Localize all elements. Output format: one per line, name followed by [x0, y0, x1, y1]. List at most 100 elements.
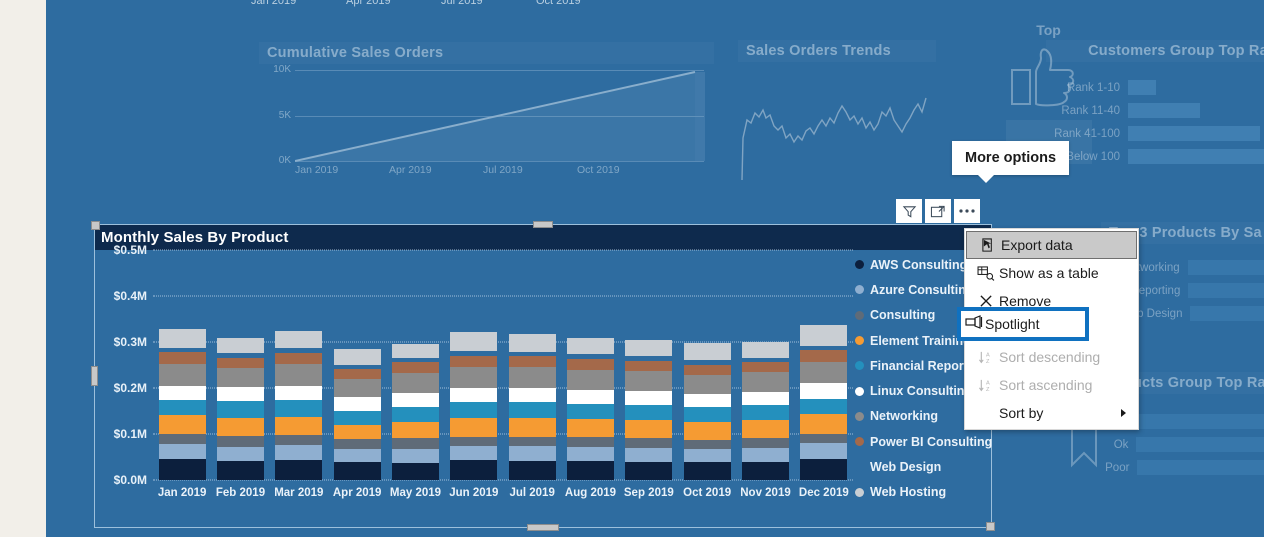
bar-segment[interactable] [450, 401, 498, 418]
bar-segment[interactable] [275, 385, 323, 401]
bar-segment[interactable] [450, 355, 498, 367]
bar-segment[interactable] [158, 459, 206, 480]
bar-segment[interactable] [683, 343, 731, 360]
bar-segment[interactable] [392, 422, 439, 439]
filter-icon[interactable] [896, 199, 922, 223]
bar-segment[interactable] [800, 383, 848, 399]
menu-item-show-as-a-table[interactable]: Show as a table [965, 259, 1138, 287]
bar-segment[interactable] [158, 352, 206, 364]
bar-segment[interactable] [333, 397, 381, 411]
bar-segment[interactable] [742, 438, 789, 449]
bar-segment[interactable] [742, 342, 789, 358]
widget-cumulative-sales-orders[interactable]: Cumulative Sales Orders 10K 5K 0K Jan 2019… [259, 42, 714, 182]
bar-segment[interactable] [683, 359, 731, 365]
legend-item[interactable]: Power BI Consulting [855, 429, 995, 454]
bar-column[interactable] [217, 250, 264, 480]
bar-segment[interactable] [333, 448, 381, 462]
resize-handle-middle-left[interactable] [91, 366, 98, 386]
bar-segment[interactable] [800, 325, 848, 346]
bar-segment[interactable] [800, 345, 848, 351]
bar-segment[interactable] [333, 411, 381, 425]
bar-segment[interactable] [158, 415, 206, 435]
bar-column[interactable] [800, 250, 848, 480]
bar-column[interactable] [392, 250, 439, 480]
bar-segment[interactable] [508, 402, 556, 418]
bar-segment[interactable] [742, 420, 789, 439]
bar-segment[interactable] [217, 436, 264, 448]
bar-segment[interactable] [625, 356, 673, 361]
bar-segment[interactable] [392, 343, 439, 358]
bar-segment[interactable] [333, 369, 381, 379]
bar-segment[interactable] [158, 434, 206, 445]
bar-segment[interactable] [158, 444, 206, 460]
bar-segment[interactable] [508, 351, 556, 357]
bar-segment[interactable] [625, 340, 673, 357]
bar-column[interactable] [683, 250, 731, 480]
bar-segment[interactable] [333, 364, 381, 370]
bar-segment[interactable] [275, 416, 323, 436]
bar-segment[interactable] [217, 357, 264, 368]
bar-segment[interactable] [625, 391, 673, 406]
bar-segment[interactable] [625, 420, 673, 438]
bar-segment[interactable] [275, 435, 323, 446]
bar-segment[interactable] [333, 349, 381, 365]
resize-handle-bottom-right[interactable] [986, 522, 995, 531]
bar-segment[interactable] [158, 363, 206, 386]
menu-item-spotlight[interactable]: Spotlight [965, 313, 1039, 335]
bar-segment[interactable] [508, 446, 556, 461]
bar-segment[interactable] [333, 461, 381, 480]
bar-segment[interactable] [217, 447, 264, 462]
bar-segment[interactable] [625, 437, 673, 449]
focus-mode-icon[interactable] [925, 199, 951, 223]
bar-segment[interactable] [217, 367, 264, 388]
bar-segment[interactable] [683, 462, 731, 480]
bar-segment[interactable] [275, 459, 323, 480]
bar-segment[interactable] [625, 360, 673, 372]
bar-segment[interactable] [567, 337, 614, 355]
visual-header-toolbar[interactable] [896, 199, 980, 223]
bar-segment[interactable] [392, 392, 439, 407]
bar-segment[interactable] [742, 448, 789, 462]
bar-segment[interactable] [450, 460, 498, 480]
bar-segment[interactable] [217, 417, 264, 437]
menu-item-export-data[interactable]: Export data [966, 231, 1137, 259]
bar-segment[interactable] [567, 389, 614, 404]
bar-segment[interactable] [508, 334, 556, 352]
bar-segment[interactable] [158, 400, 206, 416]
bar-segment[interactable] [625, 405, 673, 421]
bar-segment[interactable] [567, 446, 614, 461]
bar-segment[interactable] [217, 400, 264, 418]
bar-segment[interactable] [392, 372, 439, 393]
bar-row[interactable]: Rank 41-100 [1046, 122, 1264, 145]
bar-segment[interactable] [800, 443, 848, 459]
bar-segment[interactable] [392, 406, 439, 423]
bar-segment[interactable] [742, 405, 789, 421]
bar-column[interactable] [333, 250, 381, 480]
visual-monthly-sales-by-product[interactable]: Monthly Sales By Product $0.0M $0.1M $0.2M… [91, 221, 995, 531]
bar-segment[interactable] [333, 378, 381, 398]
bar-segment[interactable] [333, 438, 381, 449]
bar-segment[interactable] [742, 362, 789, 373]
bar-row[interactable]: Rank 11-40 [1046, 99, 1264, 122]
bar-segment[interactable] [800, 398, 848, 414]
bar-segment[interactable] [800, 458, 848, 480]
bar-segment[interactable] [275, 352, 323, 365]
bar-segment[interactable] [683, 449, 731, 463]
bar-segment[interactable] [625, 371, 673, 392]
bar-segment[interactable] [567, 359, 614, 370]
bar-segment[interactable] [392, 462, 439, 480]
resize-handle-bottom-middle[interactable] [527, 524, 559, 531]
bar-segment[interactable] [800, 413, 848, 434]
bar-segment[interactable] [392, 357, 439, 363]
bar-column[interactable] [158, 250, 206, 480]
bar-segment[interactable] [683, 394, 731, 408]
bar-segment[interactable] [158, 329, 206, 348]
resize-handle-top-middle[interactable] [533, 221, 553, 228]
bar-column[interactable] [567, 250, 614, 480]
bar-segment[interactable] [450, 351, 498, 356]
bar-row[interactable]: Below 100 [1046, 145, 1264, 168]
bar-segment[interactable] [683, 364, 731, 375]
bar-segment[interactable] [683, 374, 731, 394]
bar-segment[interactable] [800, 350, 848, 362]
bar-segment[interactable] [567, 369, 614, 390]
